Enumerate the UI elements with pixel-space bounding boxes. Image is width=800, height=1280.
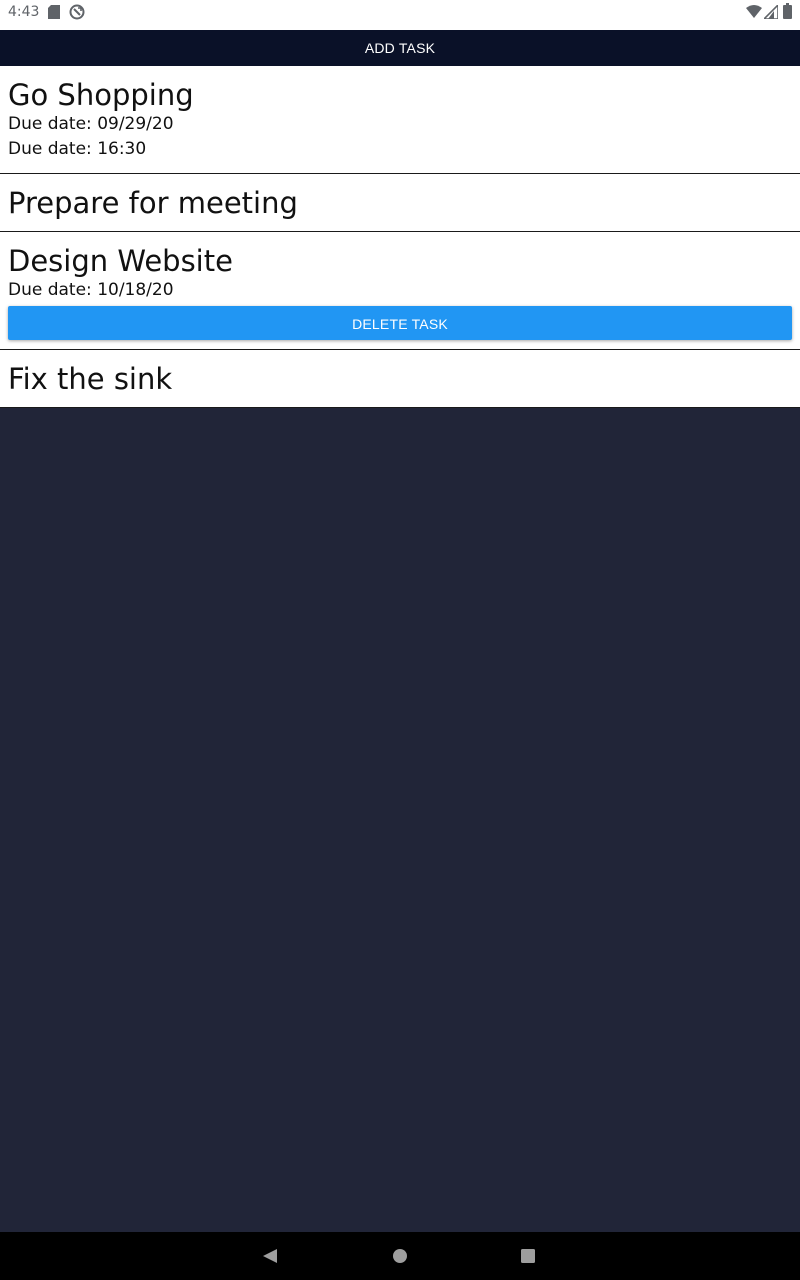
task-list: Go Shopping Due date: 09/29/20 Due date:… [0, 66, 800, 408]
recents-icon[interactable] [521, 1249, 535, 1263]
task-title: Go Shopping [8, 78, 194, 112]
back-icon[interactable] [262, 1248, 278, 1264]
wifi-icon [746, 5, 762, 18]
task-item-design-website[interactable]: Design Website Due date: 10/18/20 DELETE… [0, 232, 800, 350]
task-item-go-shopping[interactable]: Go Shopping Due date: 09/29/20 Due date:… [0, 66, 800, 174]
home-icon[interactable] [393, 1249, 407, 1263]
task-due-date: Due date: 10/18/20 [8, 280, 174, 300]
task-item-prepare-for-meeting[interactable]: Prepare for meeting [0, 174, 800, 232]
task-item-fix-the-sink[interactable]: Fix the sink [0, 350, 800, 408]
status-time: 4:43 [8, 4, 40, 20]
delete-task-button[interactable]: DELETE TASK [8, 306, 792, 340]
battery-icon [783, 3, 792, 19]
task-title: Design Website [8, 244, 233, 278]
task-due-time: Due date: 16:30 [8, 139, 147, 159]
navigation-bar [0, 1232, 800, 1280]
task-due-date: Due date: 09/29/20 [8, 114, 174, 134]
task-title: Fix the sink [8, 362, 173, 396]
sd-card-icon [48, 5, 60, 19]
status-bar: 4:43 [0, 0, 800, 30]
task-title: Prepare for meeting [8, 186, 298, 220]
signal-icon [764, 5, 778, 19]
add-task-button[interactable]: ADD TASK [0, 30, 800, 66]
sync-icon [69, 4, 85, 20]
